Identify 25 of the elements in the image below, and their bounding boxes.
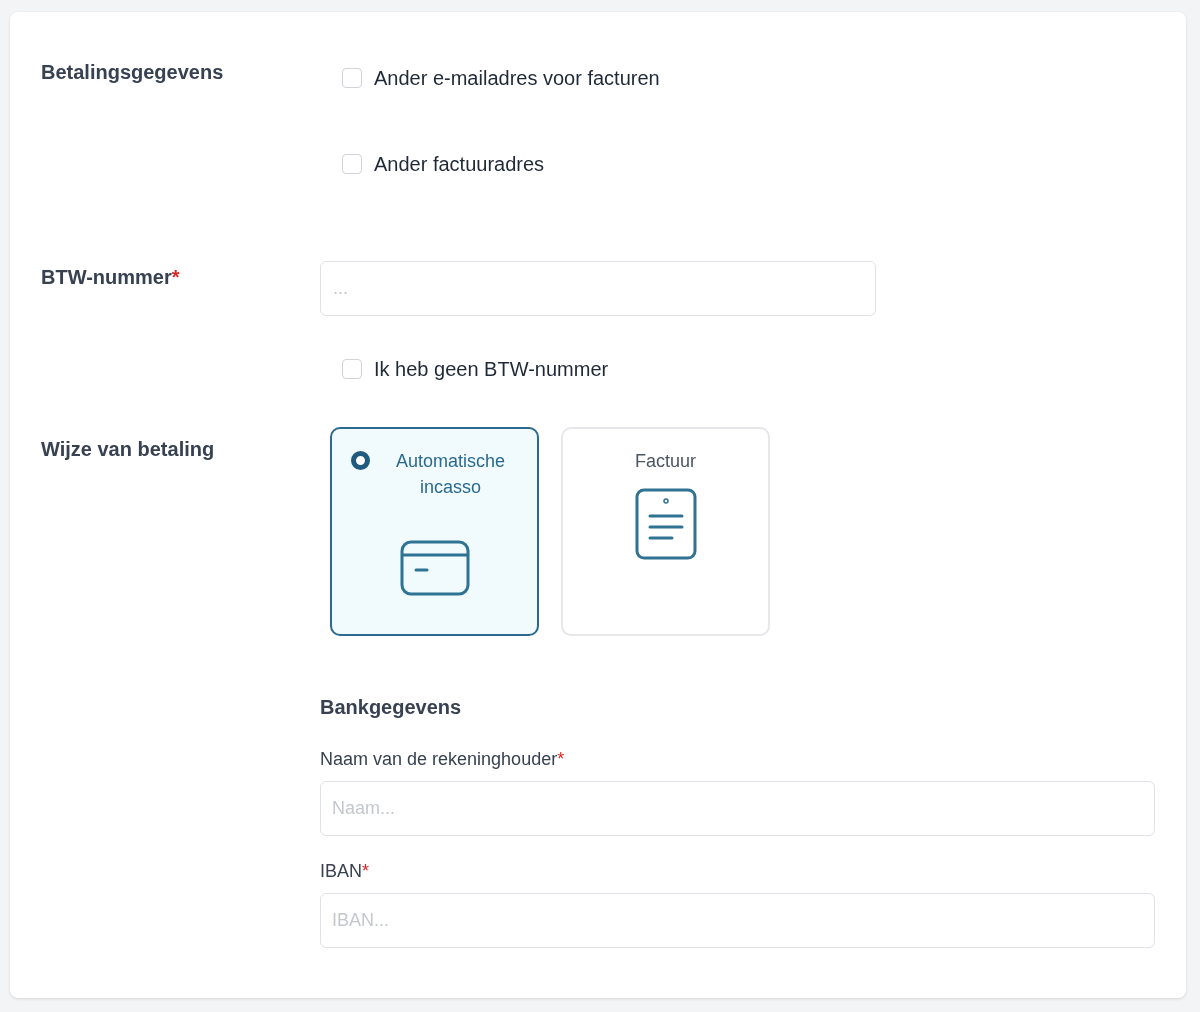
checkbox[interactable] — [342, 68, 362, 88]
checkbox-label: Ik heb geen BTW-nummer — [374, 357, 609, 382]
section-title: Bankgegevens — [320, 695, 463, 720]
vat-number-field[interactable]: ... — [320, 261, 876, 316]
field-label: Wijze van betaling — [41, 438, 215, 460]
checkbox[interactable] — [342, 359, 362, 379]
text-field[interactable]: IBAN... — [320, 893, 1155, 948]
text-field[interactable]: Naam... — [320, 781, 1155, 836]
required-mark: * — [557, 749, 565, 769]
payment-option-card[interactable]: Factuur — [561, 427, 770, 636]
option-label: Factuur — [634, 450, 697, 473]
required-mark: * — [362, 861, 370, 881]
field-label: BTW-nummer — [41, 266, 172, 288]
field-label: Naam van de rekeninghouder — [320, 749, 558, 769]
required-mark: * — [171, 266, 180, 288]
field-label: IBAN — [320, 861, 362, 881]
payment-option-card[interactable]: Automatische incasso — [330, 427, 539, 636]
checkbox-label: Ander factuuradres — [374, 152, 545, 177]
option-label: Automatische incasso — [394, 450, 507, 499]
credit-card-icon — [399, 540, 470, 596]
checkbox[interactable] — [342, 154, 362, 174]
checkbox-label: Ander e-mailadres voor facturen — [374, 66, 660, 91]
document-icon — [634, 488, 697, 560]
field-label: Betalingsgegevens — [41, 61, 224, 83]
radio-selected-icon — [351, 451, 370, 470]
